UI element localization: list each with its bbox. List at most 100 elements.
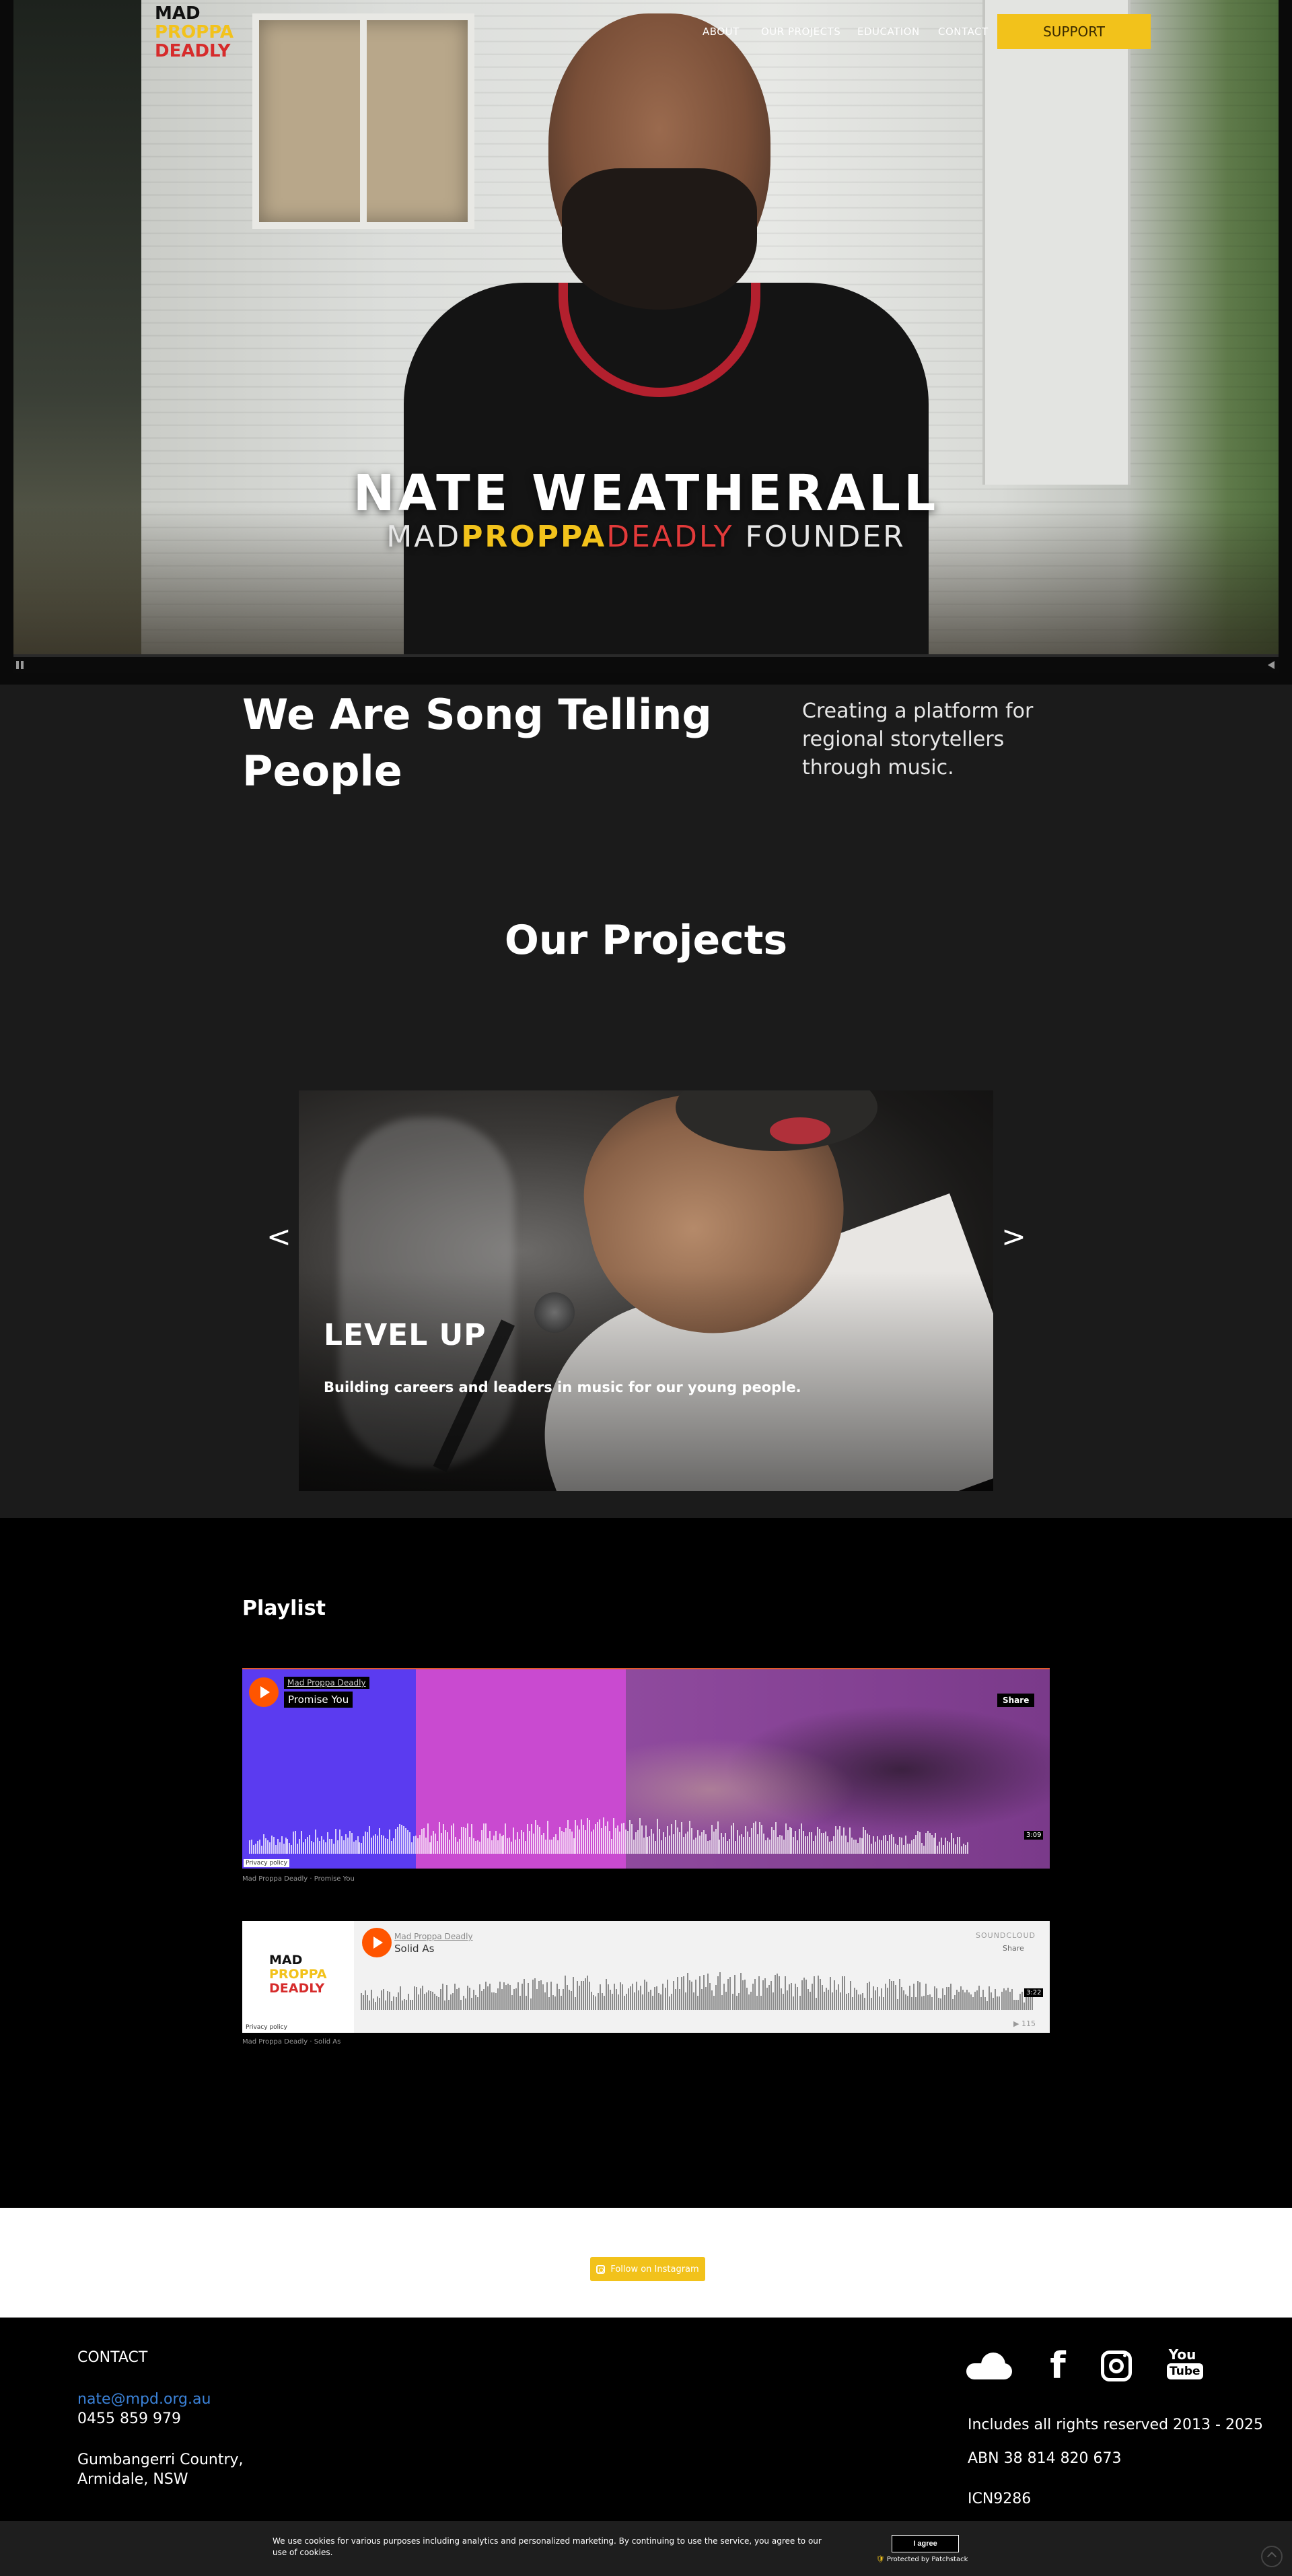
patchstack-badge[interactable]: 🛡 Protected by Patchstack bbox=[876, 2556, 968, 2563]
waveform-bar bbox=[393, 1838, 394, 1854]
waveform-bar bbox=[913, 1984, 915, 2010]
waveform-bar bbox=[768, 1985, 770, 2010]
nav-our-projects[interactable]: OUR PROJECTS bbox=[761, 26, 840, 38]
waveform-bar bbox=[939, 1842, 941, 1854]
waveform-bar bbox=[953, 1838, 955, 1854]
waveform-bar bbox=[758, 1822, 760, 1854]
soundcloud-logo[interactable]: SOUNDCLOUD bbox=[976, 1931, 1036, 1940]
project-slide-image[interactable] bbox=[299, 1090, 993, 1491]
waveform-bar bbox=[421, 1829, 423, 1854]
privacy-policy-link[interactable]: Privacy policy bbox=[244, 2023, 289, 2031]
waveform-bar bbox=[513, 1989, 515, 2010]
waveform-bar bbox=[583, 1981, 585, 2010]
instagram-icon[interactable] bbox=[1101, 2347, 1132, 2385]
waveform-bar bbox=[489, 1831, 491, 1854]
nav-education[interactable]: EDUCATION bbox=[857, 26, 920, 38]
track-artist-link[interactable]: Mad Proppa Deadly bbox=[284, 1677, 369, 1689]
video-progress-bar[interactable] bbox=[13, 654, 1279, 657]
nav-about[interactable]: ABOUT bbox=[703, 26, 740, 38]
follow-instagram-button[interactable]: Follow on Instagram bbox=[590, 2257, 705, 2281]
waveform-bar bbox=[984, 1997, 986, 2010]
waveform-bar bbox=[522, 1984, 524, 2010]
waveform-bar bbox=[856, 1990, 858, 2010]
privacy-policy-link[interactable]: Privacy policy bbox=[244, 1859, 289, 1867]
waveform-bar bbox=[898, 1837, 900, 1854]
youtube-icon[interactable]: You Tube bbox=[1167, 2347, 1203, 2385]
waveform-bar bbox=[670, 1994, 672, 2010]
pause-icon[interactable] bbox=[16, 661, 24, 669]
waveform-bar bbox=[960, 1986, 962, 2010]
volume-icon[interactable] bbox=[1268, 661, 1275, 669]
waveform-bar bbox=[601, 1993, 603, 2010]
waveform-bar bbox=[256, 1841, 258, 1854]
waveform-bar bbox=[851, 1838, 853, 1854]
waveform-bar bbox=[389, 1830, 391, 1854]
waveform-bar bbox=[505, 1985, 507, 2010]
waveform-bar bbox=[625, 1994, 627, 2010]
waveform-bar bbox=[899, 1979, 900, 2010]
waveform-bar bbox=[575, 1820, 577, 1854]
waveform-bar bbox=[487, 1986, 489, 2010]
waveform-bar bbox=[581, 1981, 583, 2010]
carousel-next-arrow-icon[interactable]: > bbox=[1001, 1220, 1026, 1254]
track-title[interactable]: Promise You bbox=[284, 1692, 353, 1708]
site-logo[interactable]: MAD PROPPA DEADLY bbox=[155, 4, 236, 61]
cookie-accept-button[interactable]: I agree bbox=[892, 2535, 959, 2552]
waveform-bar bbox=[779, 1976, 781, 2010]
waveform-bar bbox=[727, 1841, 729, 1854]
waveform-bar bbox=[717, 1976, 719, 2010]
play-icon[interactable] bbox=[362, 1928, 392, 1957]
waveform-bar bbox=[756, 1996, 758, 2010]
waveform-bar bbox=[412, 1836, 415, 1854]
waveform-bar bbox=[476, 1997, 478, 2010]
soundcloud-icon[interactable] bbox=[966, 2347, 1012, 2385]
waveform-bar bbox=[929, 1833, 931, 1854]
waveform-bar bbox=[529, 1831, 531, 1854]
waveform-bar bbox=[742, 1980, 744, 2010]
waveform-bar bbox=[355, 1840, 357, 1854]
waveform-bar bbox=[421, 1986, 423, 2010]
waveform-bar bbox=[949, 1842, 951, 1854]
facebook-icon[interactable]: f bbox=[1047, 2347, 1069, 2385]
waveform-bar bbox=[719, 1840, 721, 1854]
carousel-prev-arrow-icon[interactable]: < bbox=[266, 1220, 291, 1254]
waveform-bar bbox=[533, 1834, 535, 1854]
waveform-bar bbox=[474, 1841, 476, 1854]
waveform-bar bbox=[713, 1996, 715, 2010]
waveform-bar bbox=[966, 1990, 968, 2010]
track-artist-link[interactable]: Mad Proppa Deadly bbox=[394, 1932, 473, 1941]
waveform-bar bbox=[956, 1990, 958, 2010]
waveform-bar bbox=[665, 1837, 667, 1854]
footer-email-link[interactable]: nate@mpd.org.au bbox=[77, 2391, 211, 2408]
waveform-bar bbox=[411, 2000, 413, 2010]
waveform[interactable] bbox=[361, 1970, 1034, 2010]
waveform-bar bbox=[881, 1840, 883, 1854]
track-caption[interactable]: Mad Proppa Deadly · Promise You bbox=[242, 1875, 355, 1883]
waveform-bar bbox=[817, 1827, 819, 1854]
waveform-bar bbox=[575, 1997, 577, 2010]
waveform-bar bbox=[438, 1997, 440, 2010]
play-icon[interactable] bbox=[249, 1677, 279, 1707]
waveform-bar bbox=[791, 1828, 793, 1854]
share-button[interactable]: Share bbox=[1003, 1944, 1024, 1953]
hero-video[interactable] bbox=[13, 0, 1279, 654]
about-headline: We Are Song Telling People bbox=[242, 690, 712, 796]
waveform-bar bbox=[336, 1840, 338, 1854]
share-button[interactable]: Share bbox=[997, 1694, 1035, 1707]
waveform-bar bbox=[908, 1844, 910, 1854]
waveform-bar bbox=[921, 1843, 923, 1854]
track-title[interactable]: Solid As bbox=[394, 1943, 434, 1955]
scroll-to-top-icon[interactable] bbox=[1261, 2546, 1283, 2567]
waveform-bar bbox=[821, 1985, 823, 2010]
support-button[interactable]: SUPPORT bbox=[997, 14, 1151, 49]
track-caption[interactable]: Mad Proppa Deadly · Solid As bbox=[242, 2038, 340, 2046]
nav-contact[interactable]: CONTACT bbox=[938, 26, 989, 38]
waveform-bar bbox=[886, 1988, 888, 2010]
waveform-bar bbox=[682, 1976, 684, 2010]
waveform-bar bbox=[391, 1841, 393, 1854]
waveform-bar bbox=[453, 1823, 455, 1854]
waveform-bar bbox=[319, 1841, 321, 1854]
waveform-bar bbox=[546, 1821, 548, 1854]
waveform[interactable] bbox=[249, 1816, 969, 1854]
waveform-bar bbox=[293, 1832, 295, 1854]
